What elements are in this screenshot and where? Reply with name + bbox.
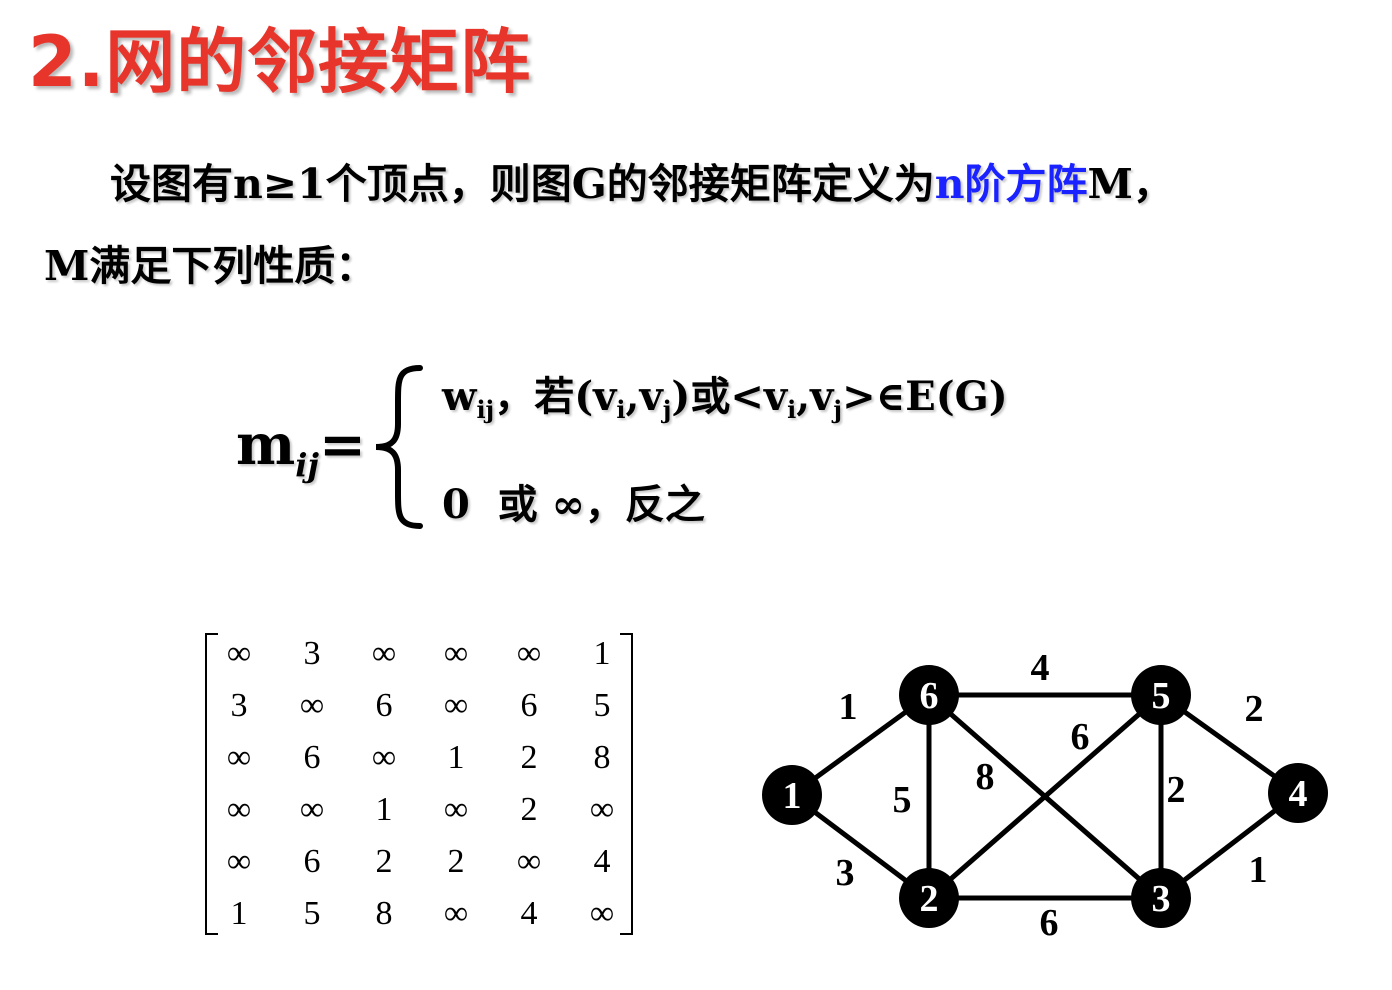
adjacency-matrix: ∞ 3 ∞ ∞ ∞ 1 3 ∞ 6 ∞ 6 5 ∞ 6 ∞ 1 2 8 ∞ ∞ 1 ∞ 2 ∞ ∞ 6 2 2 ∞ 4 1 5 8 ∞ 4 ∞ — [200, 630, 640, 940]
case1-text-4: ,v — [796, 373, 834, 420]
graph-node-2: 2 — [899, 868, 959, 928]
matrix-cell: ∞ — [371, 635, 397, 672]
matrix-cell: ∞ — [443, 895, 469, 932]
definition-text-end: M， — [1087, 160, 1174, 208]
watermark: ​ — [154, 500, 166, 540]
formula-case-1: wij，若(vi,vj)或<vi,vj>∈E(G) — [442, 364, 1008, 424]
matrix-cell: ∞ — [299, 687, 325, 724]
formula-equals: = — [319, 412, 366, 478]
left-brace-icon — [375, 365, 423, 529]
matrix-cell: 1 — [230, 895, 248, 932]
edge-weight-label: 1 — [839, 686, 858, 728]
weighted-graph: 134586226112 3456 — [762, 647, 1328, 944]
edge-weight-label: 6 — [1071, 716, 1090, 758]
formula-lhs: mij= — [236, 412, 366, 484]
case1-text-1: ，若(v — [494, 373, 617, 420]
matrix-cell: ∞ — [226, 791, 252, 828]
graph-node-3: 3 — [1131, 868, 1191, 928]
matrix-cell: 2 — [520, 791, 538, 828]
node-label: 5 — [1152, 675, 1171, 717]
matrix-cell: ∞ — [443, 687, 469, 724]
watermark: ​ — [734, 500, 746, 540]
matrix-cell: 8 — [593, 739, 611, 776]
highlight-n-order-matrix: n阶方阵 — [934, 160, 1088, 208]
matrix-cell: 8 — [375, 895, 393, 932]
edge-weight-label: 2 — [1167, 769, 1186, 811]
formula-m: m — [236, 412, 296, 478]
page-title: 2.网的邻接矩阵 — [28, 21, 532, 103]
watermark: ​ — [169, 640, 181, 680]
graph-node-1: 1 — [762, 765, 822, 825]
edge-weight-label: 1 — [1249, 849, 1268, 891]
graph-node-5: 5 — [1131, 665, 1191, 725]
matrix-cell: ∞ — [299, 791, 325, 828]
matrix-cell: 1 — [447, 739, 465, 776]
matrix-cell: ∞ — [516, 635, 542, 672]
node-label: 1 — [783, 775, 802, 817]
matrix-cell: 3 — [230, 687, 248, 724]
matrix-cell: ∞ — [371, 739, 397, 776]
graph-node-4: 4 — [1268, 763, 1328, 823]
matrix-cell: 6 — [303, 739, 321, 776]
matrix-cell: ∞ — [589, 791, 615, 828]
watermark: ​ — [184, 790, 196, 830]
matrix-cell: 6 — [520, 687, 538, 724]
case1-sub-1: i — [616, 395, 626, 424]
definition-text: 设图有n≥1个顶点，则图G的邻接矩阵定义为 — [110, 160, 935, 208]
edge-weight-label: 2 — [1245, 688, 1264, 730]
matrix-cell: 2 — [520, 739, 538, 776]
matrix-cell: 2 — [375, 843, 393, 880]
case1-text-5: >∈E(G) — [842, 373, 1008, 420]
matrix-cell: ∞ — [226, 635, 252, 672]
matrix-cell: ∞ — [516, 843, 542, 880]
matrix-cell: 6 — [303, 843, 321, 880]
definition-line-1: 设图有n≥1个顶点，则图G的邻接矩阵定义为n阶方阵M， — [110, 150, 1174, 210]
edge-weight-label: 5 — [893, 779, 912, 821]
matrix-cell: 4 — [520, 895, 538, 932]
edge-weight-label: 6 — [1040, 902, 1059, 944]
matrix-cell: ∞ — [443, 635, 469, 672]
edge-weight-label: 4 — [1031, 647, 1050, 689]
watermark: ​ — [1024, 210, 1036, 250]
matrix-cell: ∞ — [226, 843, 252, 880]
edge-weight-label: 8 — [976, 756, 995, 798]
matrix-cell: 5 — [593, 687, 611, 724]
matrix-cell: ∞ — [226, 739, 252, 776]
case1-text-2: ,v — [625, 373, 663, 420]
watermark: ​ — [154, 355, 166, 395]
formula-case-2: 0 或 ∞，反之 — [442, 481, 705, 528]
matrix-cell: 5 — [303, 895, 321, 932]
matrix-cell: 3 — [303, 635, 321, 672]
matrix-cell: 4 — [593, 843, 611, 880]
graph-node-6: 6 — [899, 665, 959, 725]
matrix-cell: 1 — [375, 791, 393, 828]
case1-w: w — [442, 373, 477, 420]
case1-text-3: )或<v — [671, 373, 788, 420]
matrix-cell: ∞ — [443, 791, 469, 828]
case1-sub-4: j — [833, 395, 843, 424]
edge-weight-label: 3 — [836, 852, 855, 894]
node-label: 6 — [920, 675, 939, 717]
node-label: 4 — [1289, 773, 1308, 815]
definition-line-2: M满足下列性质： — [44, 242, 377, 290]
matrix-cell: 2 — [447, 843, 465, 880]
node-label: 3 — [1152, 878, 1171, 920]
node-label: 2 — [920, 878, 939, 920]
case1-w-sub: ij — [476, 395, 495, 424]
matrix-cell: 1 — [593, 635, 611, 672]
formula-m-subscript: ij — [295, 446, 319, 484]
case1-sub-3: i — [787, 395, 797, 424]
matrix-cell: ∞ — [589, 895, 615, 932]
matrix-cell: 6 — [375, 687, 393, 724]
watermark: ​ — [1024, 355, 1036, 395]
watermark: ​ — [1024, 500, 1036, 540]
